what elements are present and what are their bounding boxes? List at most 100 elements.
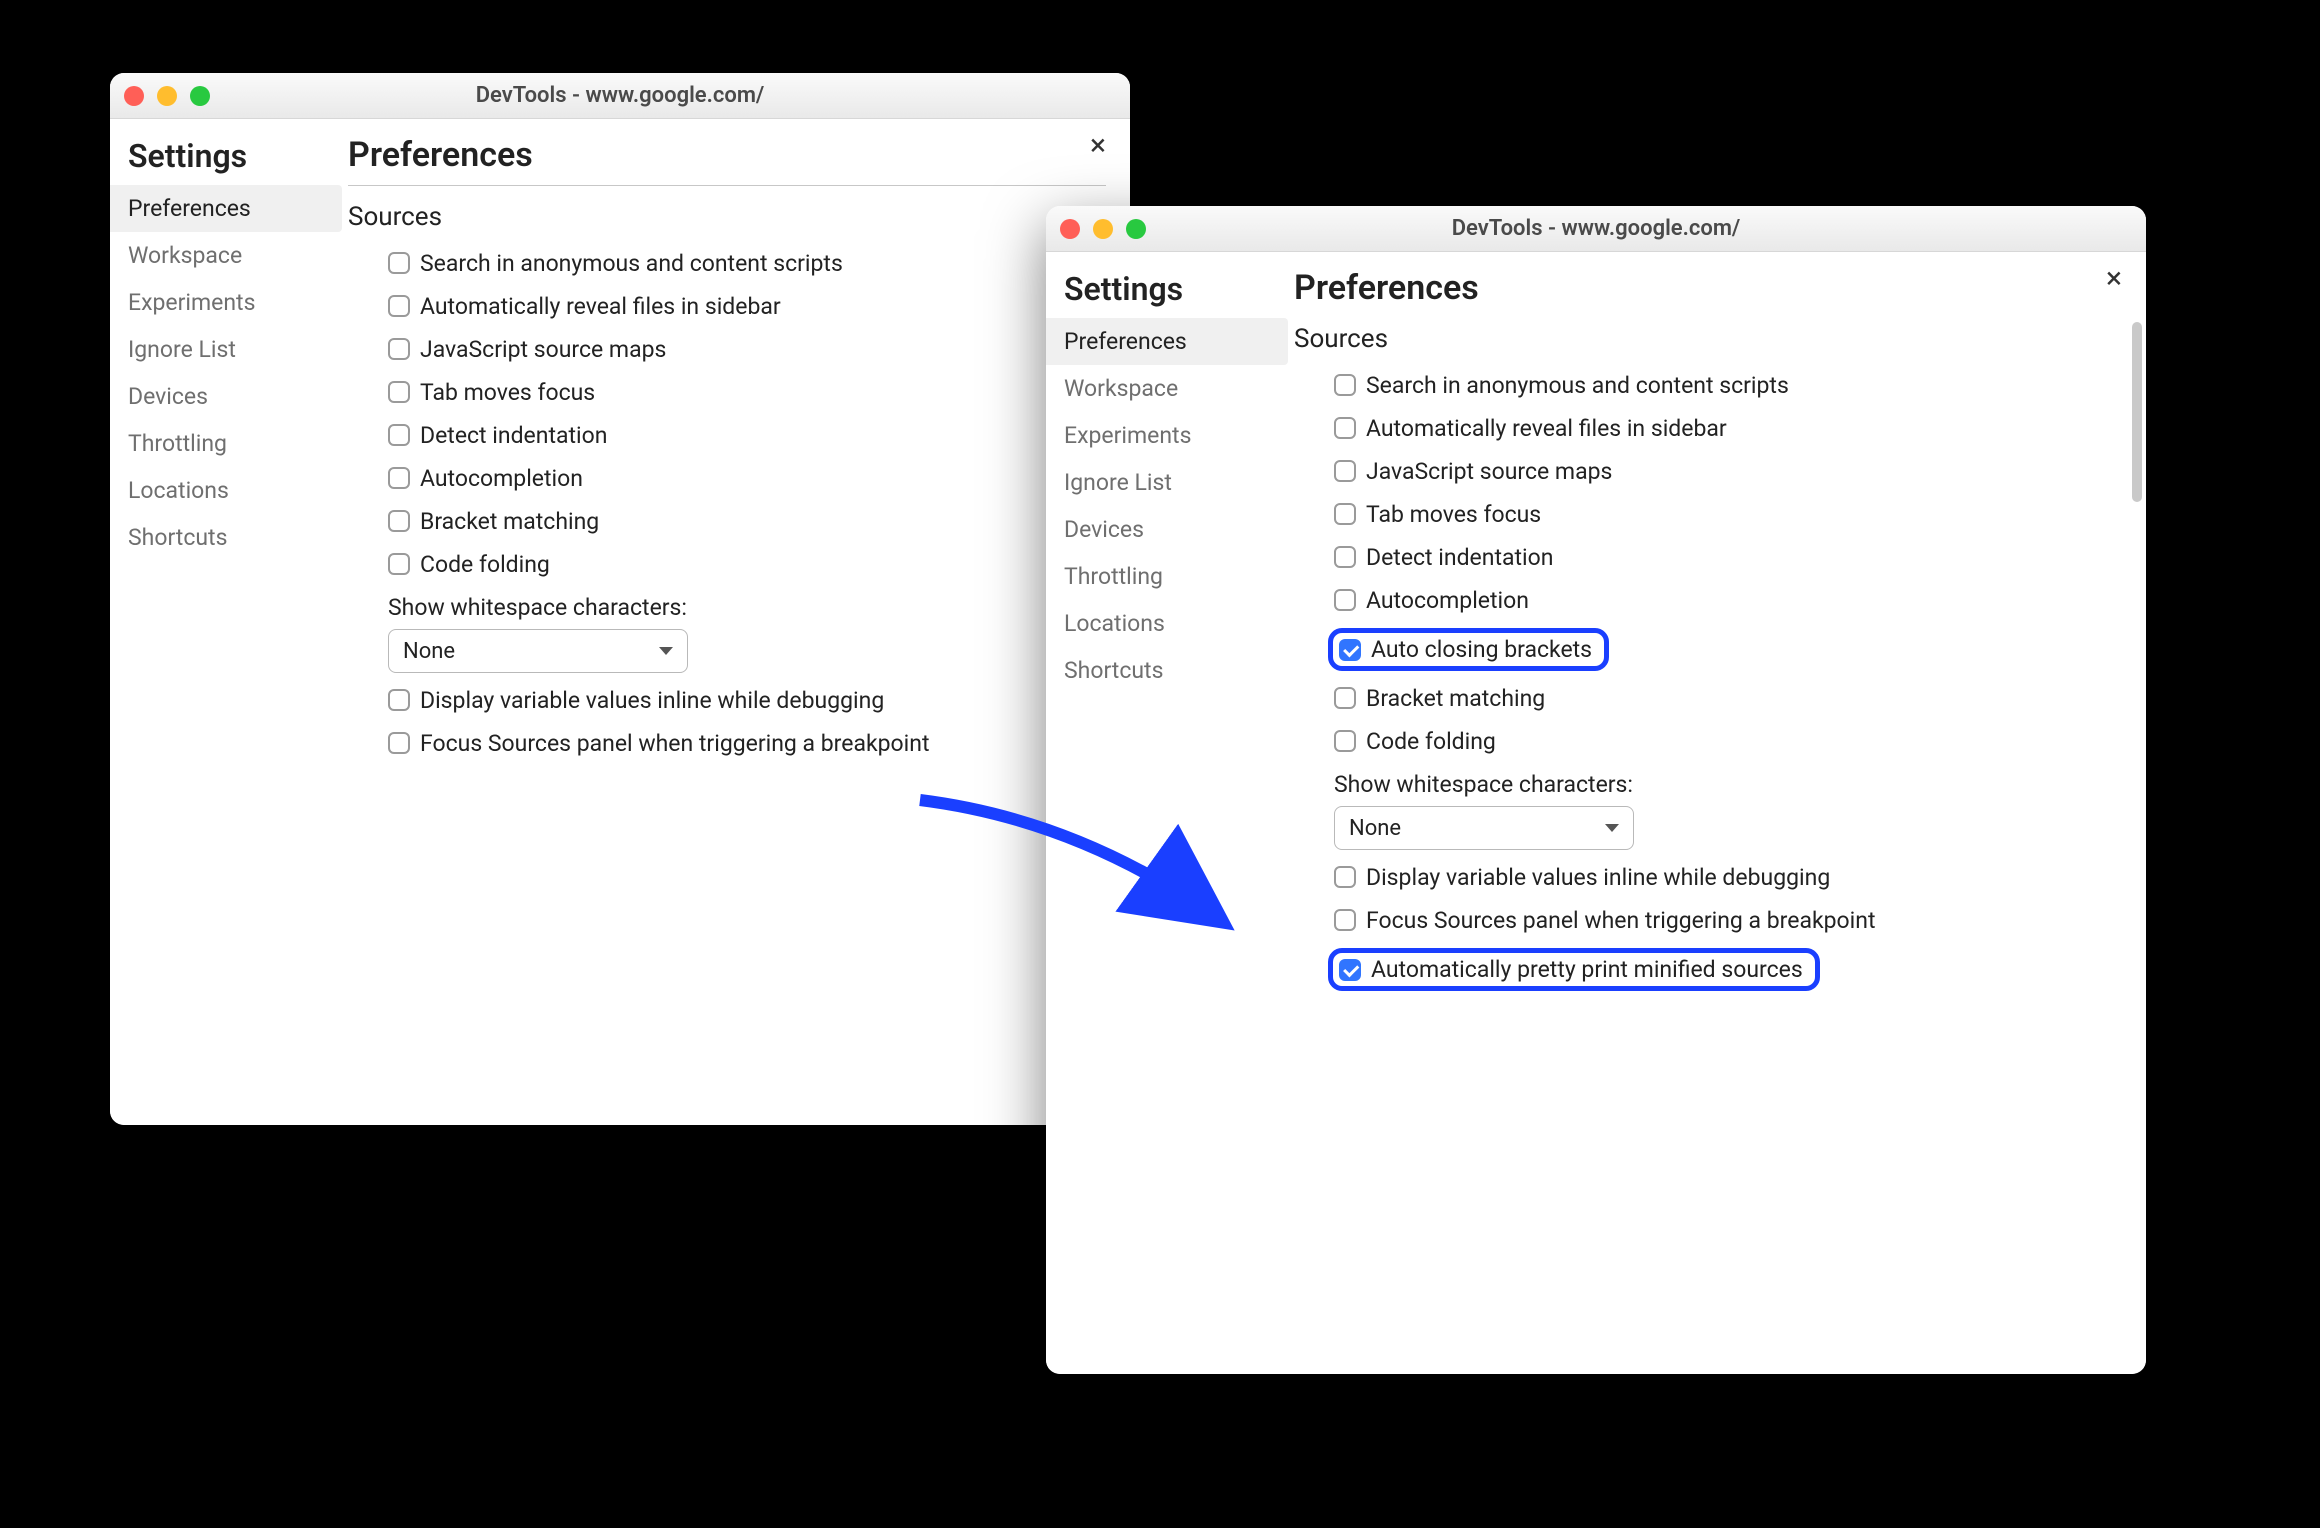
option-display-variable-values-inline-while-debugging[interactable]: Display variable values inline while deb… bbox=[348, 679, 1106, 722]
zoom-window-button[interactable] bbox=[190, 86, 210, 106]
sidebar-item-preferences[interactable]: Preferences bbox=[110, 185, 342, 232]
checkbox[interactable] bbox=[388, 252, 410, 274]
devtools-settings-window-after: DevTools - www.google.com/ Settings Pref… bbox=[1046, 206, 2146, 1374]
option-automatically-reveal-files-in-sidebar[interactable]: Automatically reveal files in sidebar bbox=[348, 285, 1106, 328]
option-label: Autocompletion bbox=[420, 465, 583, 492]
highlighted-option-automatically-pretty-print-minified-sources[interactable]: Automatically pretty print minified sour… bbox=[1328, 948, 1820, 991]
option-code-folding[interactable]: Code folding bbox=[348, 543, 1106, 586]
option-label: Bracket matching bbox=[420, 508, 599, 535]
devtools-settings-window-before: DevTools - www.google.com/ Settings Pref… bbox=[110, 73, 1130, 1125]
option-label: Search in anonymous and content scripts bbox=[420, 250, 843, 277]
sidebar-item-locations[interactable]: Locations bbox=[1046, 600, 1294, 647]
option-label: Auto closing brackets bbox=[1371, 636, 1592, 663]
sidebar-item-workspace[interactable]: Workspace bbox=[110, 232, 348, 279]
whitespace-select-label: Show whitespace characters: bbox=[1334, 763, 2122, 806]
option-detect-indentation[interactable]: Detect indentation bbox=[1294, 536, 2122, 579]
zoom-window-button[interactable] bbox=[1126, 219, 1146, 239]
chevron-down-icon bbox=[659, 647, 673, 655]
option-label: Search in anonymous and content scripts bbox=[1366, 372, 1789, 399]
checkbox[interactable] bbox=[388, 689, 410, 711]
option-tab-moves-focus[interactable]: Tab moves focus bbox=[348, 371, 1106, 414]
option-label: Focus Sources panel when triggering a br… bbox=[1366, 907, 1875, 934]
option-bracket-matching[interactable]: Bracket matching bbox=[348, 500, 1106, 543]
checkbox[interactable] bbox=[388, 424, 410, 446]
option-label: Detect indentation bbox=[420, 422, 607, 449]
sidebar-item-preferences[interactable]: Preferences bbox=[1046, 318, 1288, 365]
checkbox[interactable] bbox=[1334, 909, 1356, 931]
main-panel: × Preferences Sources Search in anonymou… bbox=[348, 119, 1130, 1125]
minimize-window-button[interactable] bbox=[157, 86, 177, 106]
option-autocompletion[interactable]: Autocompletion bbox=[348, 457, 1106, 500]
sidebar-item-throttling[interactable]: Throttling bbox=[110, 420, 348, 467]
close-icon[interactable]: × bbox=[1090, 131, 1106, 161]
titlebar[interactable]: DevTools - www.google.com/ bbox=[1046, 206, 2146, 252]
checkbox[interactable] bbox=[388, 732, 410, 754]
option-label: Automatically reveal files in sidebar bbox=[420, 293, 781, 320]
checkbox[interactable] bbox=[1334, 417, 1356, 439]
sidebar-title: Settings bbox=[1046, 262, 1294, 318]
checkbox[interactable] bbox=[1334, 503, 1356, 525]
sidebar-item-throttling[interactable]: Throttling bbox=[1046, 553, 1294, 600]
close-window-button[interactable] bbox=[1060, 219, 1080, 239]
checkbox[interactable] bbox=[1334, 546, 1356, 568]
checkbox[interactable] bbox=[1339, 639, 1361, 661]
close-icon[interactable]: × bbox=[2106, 264, 2122, 294]
option-detect-indentation[interactable]: Detect indentation bbox=[348, 414, 1106, 457]
checkbox[interactable] bbox=[1334, 866, 1356, 888]
option-autocompletion[interactable]: Autocompletion bbox=[1294, 579, 2122, 622]
option-code-folding[interactable]: Code folding bbox=[1294, 720, 2122, 763]
sidebar-item-workspace[interactable]: Workspace bbox=[1046, 365, 1294, 412]
sidebar-item-experiments[interactable]: Experiments bbox=[110, 279, 348, 326]
checkbox[interactable] bbox=[388, 338, 410, 360]
option-label: Bracket matching bbox=[1366, 685, 1545, 712]
option-bracket-matching[interactable]: Bracket matching bbox=[1294, 677, 2122, 720]
sidebar-item-ignore-list[interactable]: Ignore List bbox=[1046, 459, 1294, 506]
option-javascript-source-maps[interactable]: JavaScript source maps bbox=[1294, 450, 2122, 493]
checkbox[interactable] bbox=[1334, 730, 1356, 752]
option-automatically-reveal-files-in-sidebar[interactable]: Automatically reveal files in sidebar bbox=[1294, 407, 2122, 450]
checkbox[interactable] bbox=[1334, 374, 1356, 396]
sidebar-item-shortcuts[interactable]: Shortcuts bbox=[1046, 647, 1294, 694]
main-panel: × Preferences Sources Search in anonymou… bbox=[1294, 252, 2146, 1374]
option-search-in-anonymous-and-content-scripts[interactable]: Search in anonymous and content scripts bbox=[348, 242, 1106, 285]
option-focus-sources-panel-when-triggering-a-breakpoint[interactable]: Focus Sources panel when triggering a br… bbox=[1294, 899, 2122, 942]
option-label: JavaScript source maps bbox=[420, 336, 666, 363]
titlebar[interactable]: DevTools - www.google.com/ bbox=[110, 73, 1130, 119]
checkbox[interactable] bbox=[388, 467, 410, 489]
highlighted-option-auto-closing-brackets[interactable]: Auto closing brackets bbox=[1328, 628, 1609, 671]
scrollbar[interactable] bbox=[2132, 322, 2142, 502]
checkbox[interactable] bbox=[1334, 460, 1356, 482]
page-title: Preferences bbox=[348, 129, 1106, 185]
window-controls bbox=[1060, 219, 1146, 239]
window-body: Settings PreferencesWorkspaceExperiments… bbox=[110, 119, 1130, 1125]
option-label: Automatically reveal files in sidebar bbox=[1366, 415, 1727, 442]
checkbox[interactable] bbox=[1334, 589, 1356, 611]
option-label: Display variable values inline while deb… bbox=[420, 687, 884, 714]
checkbox[interactable] bbox=[388, 510, 410, 532]
whitespace-select[interactable]: None bbox=[388, 629, 688, 673]
checkbox[interactable] bbox=[1339, 959, 1361, 981]
checkbox[interactable] bbox=[1334, 687, 1356, 709]
option-focus-sources-panel-when-triggering-a-breakpoint[interactable]: Focus Sources panel when triggering a br… bbox=[348, 722, 1106, 765]
option-display-variable-values-inline-while-debugging[interactable]: Display variable values inline while deb… bbox=[1294, 856, 2122, 899]
option-javascript-source-maps[interactable]: JavaScript source maps bbox=[348, 328, 1106, 371]
sidebar-item-shortcuts[interactable]: Shortcuts bbox=[110, 514, 348, 561]
option-tab-moves-focus[interactable]: Tab moves focus bbox=[1294, 493, 2122, 536]
sidebar-item-ignore-list[interactable]: Ignore List bbox=[110, 326, 348, 373]
chevron-down-icon bbox=[1605, 824, 1619, 832]
close-window-button[interactable] bbox=[124, 86, 144, 106]
sidebar-item-devices[interactable]: Devices bbox=[1046, 506, 1294, 553]
window-title: DevTools - www.google.com/ bbox=[1046, 216, 2146, 241]
sidebar-item-experiments[interactable]: Experiments bbox=[1046, 412, 1294, 459]
whitespace-select-label: Show whitespace characters: bbox=[388, 586, 1106, 629]
sidebar-item-locations[interactable]: Locations bbox=[110, 467, 348, 514]
checkbox[interactable] bbox=[388, 381, 410, 403]
whitespace-select[interactable]: None bbox=[1334, 806, 1634, 850]
sidebar-item-devices[interactable]: Devices bbox=[110, 373, 348, 420]
sidebar: Settings PreferencesWorkspaceExperiments… bbox=[1046, 252, 1294, 1374]
option-search-in-anonymous-and-content-scripts[interactable]: Search in anonymous and content scripts bbox=[1294, 364, 2122, 407]
minimize-window-button[interactable] bbox=[1093, 219, 1113, 239]
checkbox[interactable] bbox=[388, 295, 410, 317]
checkbox[interactable] bbox=[388, 553, 410, 575]
option-label: JavaScript source maps bbox=[1366, 458, 1612, 485]
